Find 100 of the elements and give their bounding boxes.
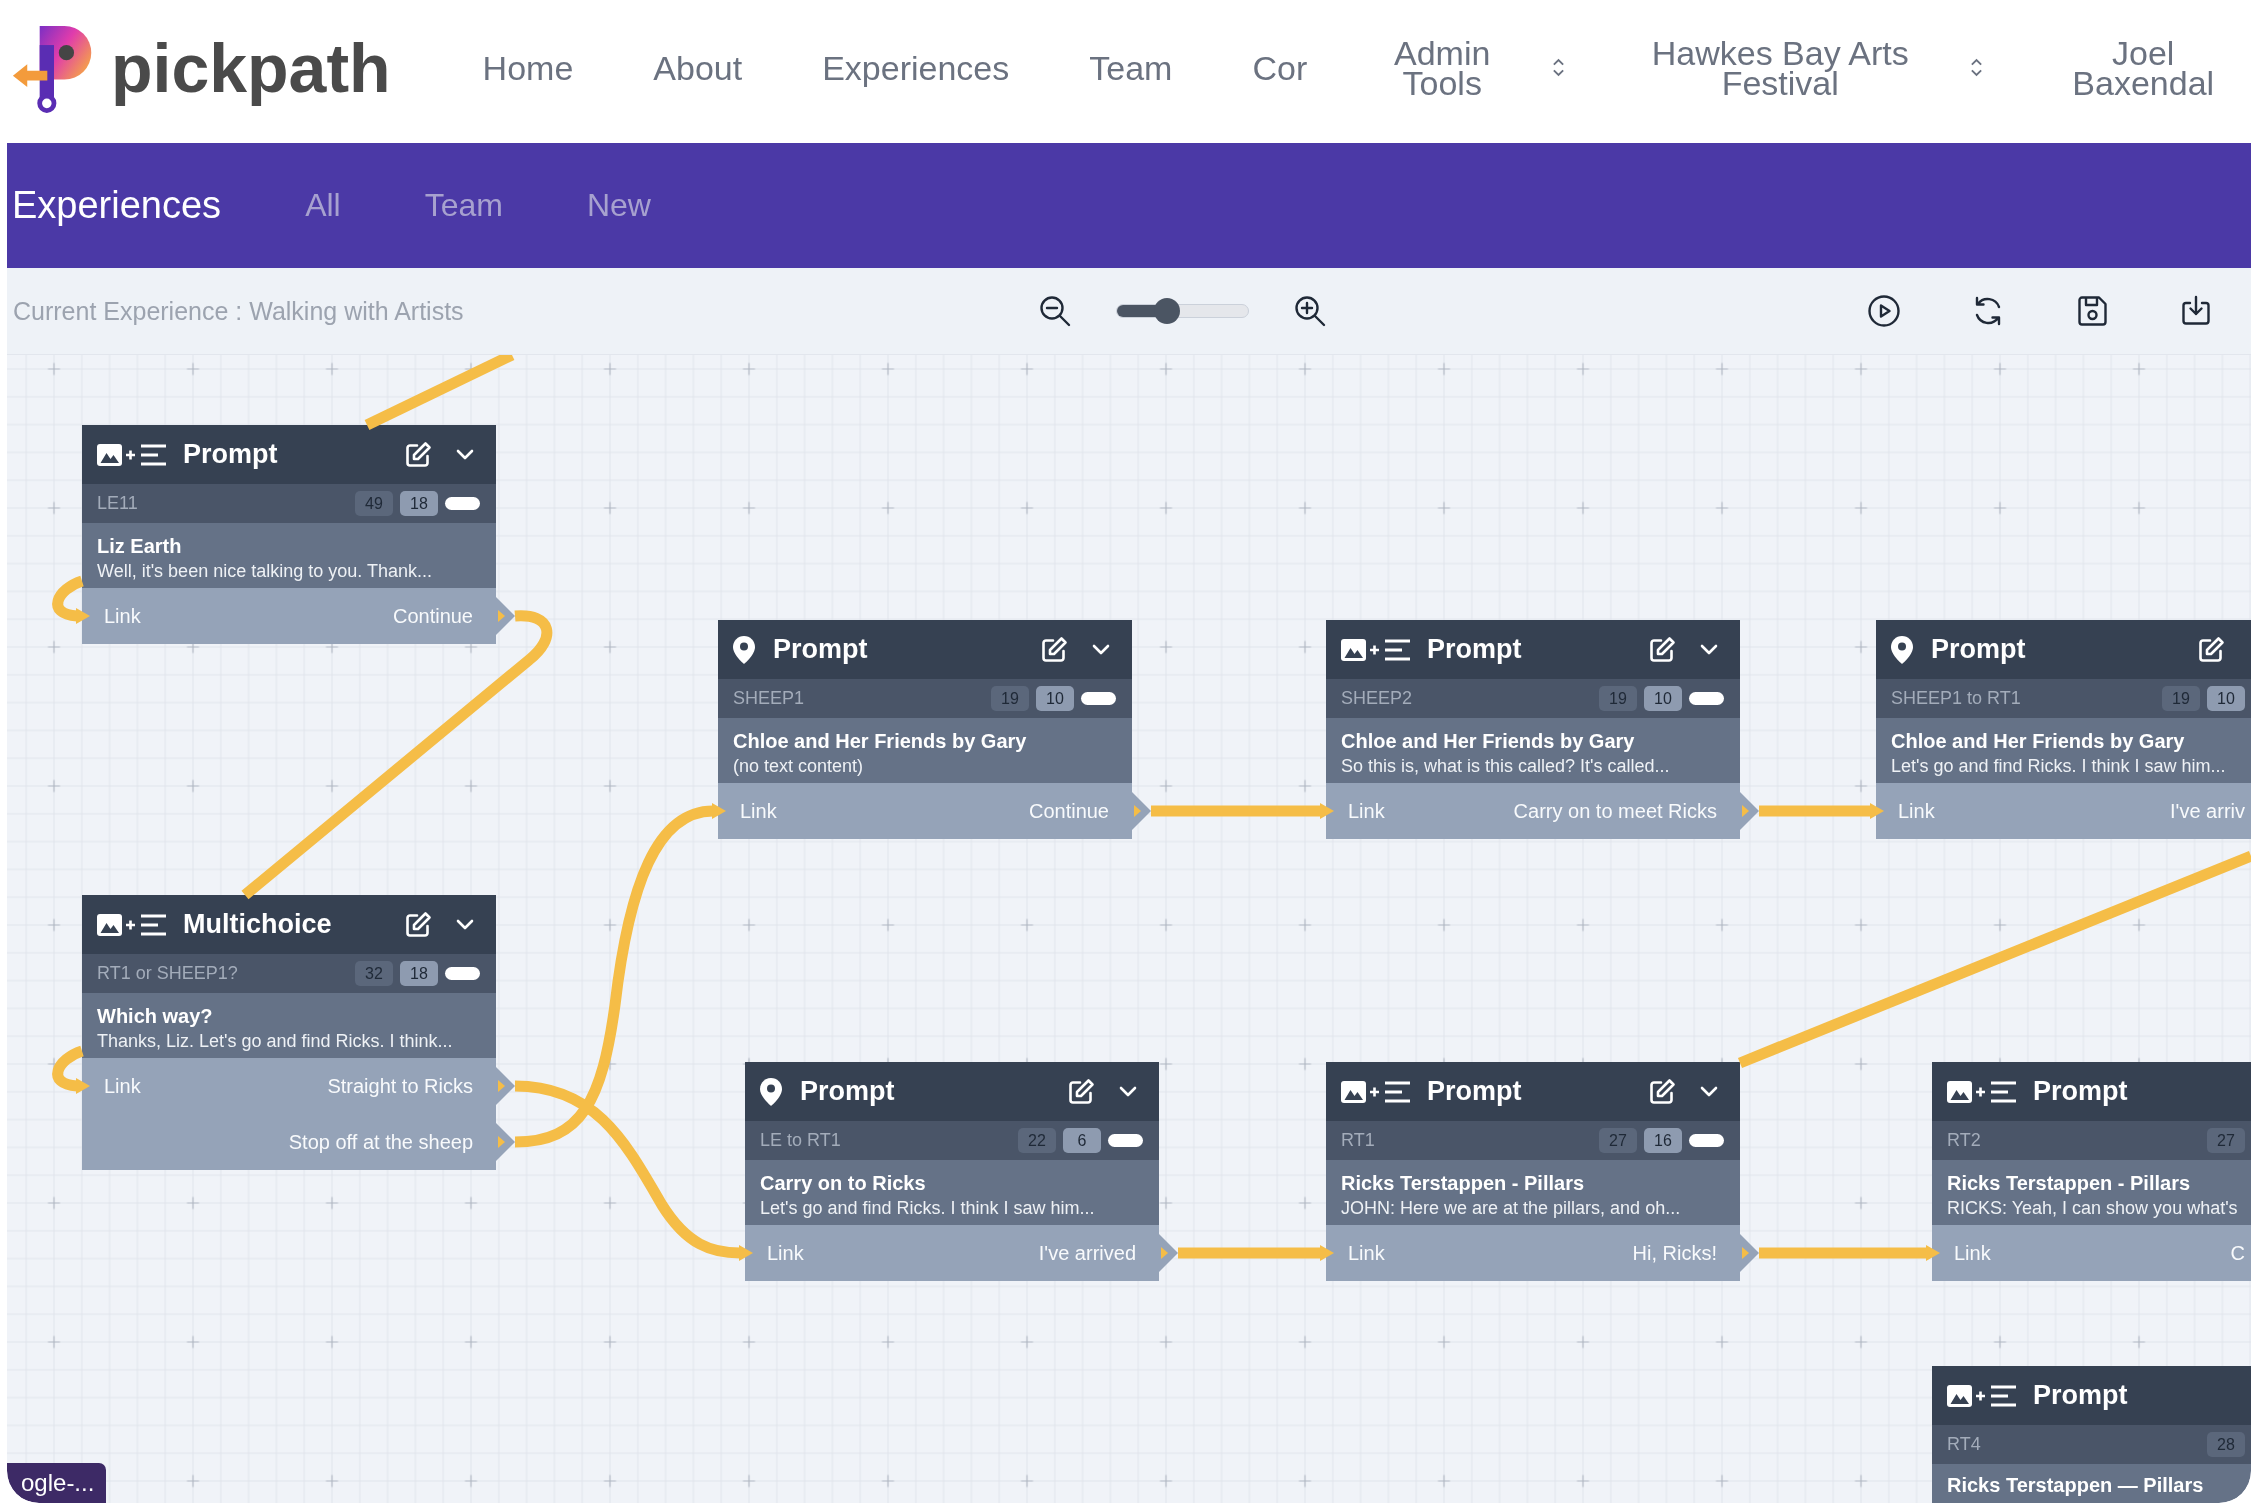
- link-label: Link: [740, 799, 777, 824]
- count-badge: 28: [2207, 1432, 2245, 1457]
- zoom-slider[interactable]: [1116, 298, 1249, 324]
- node-code: RT2: [1947, 1130, 1981, 1151]
- count-badge: 18: [400, 491, 438, 516]
- nav-dropdown[interactable]: Hawkes Bay Arts Festival: [1645, 37, 1984, 98]
- zoom-in-icon[interactable]: [1293, 294, 1327, 328]
- count-badge: 6: [1063, 1128, 1101, 1153]
- chevron-down-icon[interactable]: [456, 449, 474, 460]
- node-heading: Chloe and Her Friends by Gary: [1891, 729, 2186, 754]
- node-heading: Ricks Terstappen — Pillars: [1947, 1473, 2205, 1498]
- nav-link[interactable]: About: [653, 52, 743, 83]
- link-label: Link: [104, 604, 141, 629]
- count-badge: 18: [400, 961, 438, 986]
- link-label: Link: [767, 1241, 804, 1266]
- chevron-down-icon[interactable]: [1700, 1086, 1718, 1097]
- node-code: LE to RT1: [760, 1130, 841, 1151]
- nav-tab[interactable]: All: [305, 187, 341, 224]
- nav-link[interactable]: Team: [1089, 52, 1173, 83]
- toggle-switch[interactable]: [1108, 1134, 1143, 1147]
- map-pin-icon: [733, 635, 755, 664]
- count-badge: 19: [991, 686, 1029, 711]
- link-label: Link: [104, 1074, 141, 1099]
- link-label: Link: [1348, 1241, 1385, 1266]
- toggle-switch[interactable]: [445, 967, 480, 980]
- count-badge: 19: [1599, 686, 1637, 711]
- node-preview-text: So this is, what is this called? It's called...: [1341, 755, 1671, 778]
- chevron-down-icon[interactable]: [456, 919, 474, 930]
- nav-link[interactable]: Cor: [1252, 52, 1308, 83]
- image-plus-lines-icon: [97, 911, 168, 938]
- edit-icon[interactable]: [404, 440, 432, 469]
- updown-chevron-icon: [1970, 57, 1984, 78]
- node-preview-text: RICKS: Yeah, I can show you what's: [1947, 1197, 2236, 1220]
- link-option-label: Continue: [392, 604, 473, 629]
- link-label: Link: [1954, 1241, 1991, 1266]
- link-option-label: I've arrived: [1038, 1241, 1136, 1266]
- link-option-label: Carry on to meet Ricks: [1513, 799, 1717, 824]
- node-heading: Liz Earth: [97, 534, 183, 559]
- link-label: Link: [1898, 799, 1935, 824]
- nav-tab[interactable]: Team: [424, 187, 503, 224]
- download-icon[interactable]: [2179, 294, 2213, 328]
- play-circle-icon[interactable]: [1867, 294, 1901, 328]
- connector-arrow: [52, 1045, 90, 1094]
- node-type-label: Prompt: [2033, 1380, 2128, 1411]
- link-option-label: C: [2230, 1241, 2245, 1266]
- edit-icon[interactable]: [404, 910, 432, 939]
- node-code: RT1 or SHEEP1?: [97, 963, 238, 984]
- edit-icon[interactable]: [1648, 1077, 1676, 1106]
- node-heading: Ricks Terstappen - Pillars: [1341, 1171, 1586, 1196]
- image-plus-lines-icon: [1341, 636, 1412, 663]
- count-badge: 10: [2207, 686, 2245, 711]
- bottom-tab[interactable]: ogle-...: [7, 1463, 107, 1503]
- node-type-label: Prompt: [2033, 1076, 2128, 1107]
- save-icon[interactable]: [2075, 294, 2109, 328]
- node-code: LE11: [97, 493, 138, 514]
- chevron-down-icon[interactable]: [1700, 644, 1718, 655]
- image-plus-lines-icon: [97, 441, 168, 468]
- nav-link[interactable]: Joel Baxendal: [2063, 37, 2224, 98]
- zoom-out-icon[interactable]: [1038, 294, 1072, 328]
- image-plus-lines-icon: [1947, 1078, 2018, 1105]
- toggle-switch[interactable]: [1689, 692, 1724, 705]
- section-title: Experiences: [12, 184, 222, 227]
- connector-arrow: [52, 575, 90, 624]
- count-badge: 27: [1599, 1128, 1637, 1153]
- node-code: SHEEP2: [1341, 688, 1413, 709]
- nav-tab[interactable]: New: [586, 187, 651, 224]
- link-option-label: Straight to Ricks: [327, 1074, 473, 1099]
- count-badge: 10: [1644, 686, 1682, 711]
- node-preview-text: JOHN: Here we are at the pillars, and oh...: [1341, 1197, 1682, 1220]
- node-preview-text: Let's go and find Ricks. I think I saw him...: [760, 1197, 1096, 1220]
- node-type-label: Prompt: [1931, 634, 2026, 665]
- count-badge: 10: [1036, 686, 1074, 711]
- node-code: RT4: [1947, 1434, 1981, 1455]
- edit-icon[interactable]: [1648, 635, 1676, 664]
- node-heading: Chloe and Her Friends by Gary: [733, 729, 1028, 754]
- chevron-down-icon[interactable]: [1092, 644, 1110, 655]
- count-badge: 32: [355, 961, 393, 986]
- toggle-switch[interactable]: [445, 497, 480, 510]
- current-experience-label: Current Experience : Walking with Artists: [12, 296, 465, 326]
- edit-icon[interactable]: [1040, 635, 1068, 664]
- nav-dropdown[interactable]: Admin Tools: [1387, 37, 1566, 98]
- node-heading: Which way?: [97, 1004, 214, 1029]
- toggle-switch[interactable]: [1689, 1134, 1724, 1147]
- edit-icon[interactable]: [2197, 635, 2225, 664]
- count-badge: 49: [355, 491, 393, 516]
- node-heading: Carry on to Ricks: [760, 1171, 927, 1196]
- link-label: Link: [1348, 799, 1385, 824]
- node-type-label: Prompt: [1427, 634, 1522, 665]
- image-plus-lines-icon: [1341, 1078, 1412, 1105]
- count-badge: 22: [1018, 1128, 1056, 1153]
- chevron-down-icon[interactable]: [1119, 1086, 1137, 1097]
- nav-link[interactable]: Home: [482, 52, 574, 83]
- node-preview-text: Let's go and find Ricks. I think I saw him...: [1891, 755, 2227, 778]
- node-code: SHEEP1 to RT1: [1891, 688, 2021, 709]
- edit-icon[interactable]: [1067, 1077, 1095, 1106]
- toggle-switch[interactable]: [1081, 692, 1116, 705]
- link-option-label: Stop off at the sheep: [288, 1130, 473, 1155]
- map-pin-icon: [760, 1077, 782, 1106]
- link-option-label: Continue: [1028, 799, 1109, 824]
- slider-thumb[interactable]: [1153, 298, 1180, 324]
